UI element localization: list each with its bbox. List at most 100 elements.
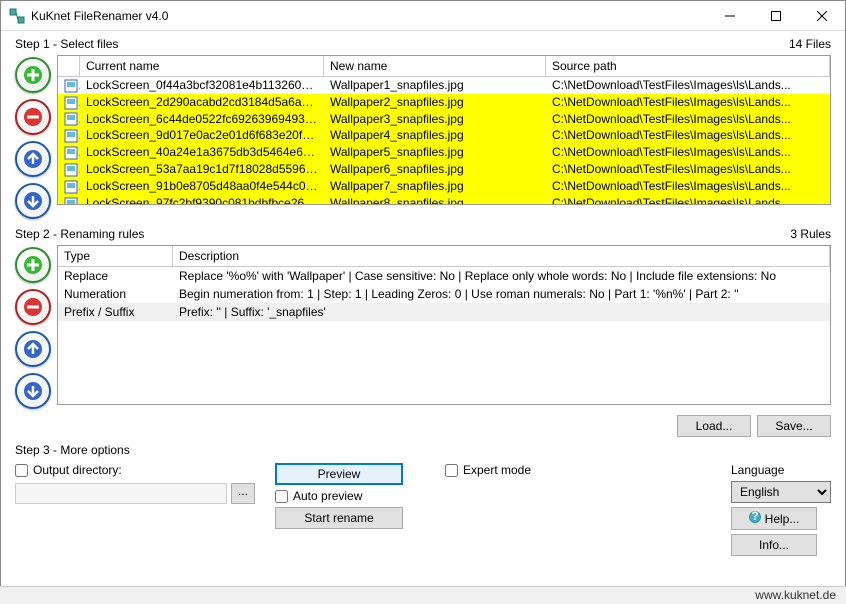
start-rename-button[interactable]: Start rename <box>275 507 403 529</box>
source-path-cell: C:\NetDownload\TestFiles\Images\ls\Lands… <box>546 144 830 161</box>
step2-header: Step 2 - Renaming rules 3 Rules <box>15 227 831 241</box>
move-down-files-button[interactable] <box>15 183 51 219</box>
source-path-cell: C:\NetDownload\TestFiles\Images\ls\Lands… <box>546 127 830 144</box>
app-icon <box>9 8 25 24</box>
new-name-cell: Wallpaper3_snapfiles.jpg <box>324 111 546 128</box>
status-bar: www.kuknet.de <box>0 586 846 604</box>
file-icon <box>58 77 80 94</box>
current-name-cell: LockScreen_9d017e0ac2e01d6f683e20fbe... <box>80 127 324 144</box>
rule-desc-cell: Prefix: '' | Suffix: '_snapfiles' <box>173 303 830 321</box>
new-name-cell: Wallpaper2_snapfiles.jpg <box>324 94 546 111</box>
current-name-cell: LockScreen_2d290acabd2cd3184d5a6a31... <box>80 94 324 111</box>
new-name-cell: Wallpaper1_snapfiles.jpg <box>324 77 546 94</box>
table-row[interactable]: LockScreen_9d017e0ac2e01d6f683e20fbe...W… <box>58 127 830 144</box>
current-name-cell: LockScreen_0f44a3bcf32081e4b11326045... <box>80 77 324 94</box>
table-row[interactable]: LockScreen_91b0e8705d48aa0f4e544c08...Wa… <box>58 178 830 195</box>
auto-preview-check[interactable]: Auto preview <box>275 489 425 503</box>
step1-count: 14 Files <box>789 37 831 51</box>
source-path-cell: C:\NetDownload\TestFiles\Images\ls\Lands… <box>546 77 830 94</box>
file-icon <box>58 111 80 128</box>
expert-mode-checkbox[interactable] <box>445 464 458 477</box>
step2-count: 3 Rules <box>790 227 831 241</box>
rules-grid[interactable]: Type Description ReplaceReplace '%o%' wi… <box>57 245 831 405</box>
language-label: Language <box>731 463 831 477</box>
table-row[interactable]: LockScreen_53a7aa19c1d7f18028d5596c...Wa… <box>58 161 830 178</box>
new-name-cell: Wallpaper8_snapfiles.jpg <box>324 195 546 205</box>
add-rule-button[interactable] <box>15 247 51 283</box>
rule-desc-cell: Begin numeration from: 1 | Step: 1 | Lea… <box>173 285 830 303</box>
current-name-cell: LockScreen_91b0e8705d48aa0f4e544c08... <box>80 178 324 195</box>
move-up-rule-button[interactable] <box>15 331 51 367</box>
auto-preview-checkbox[interactable] <box>275 490 288 503</box>
current-name-cell: LockScreen_97fc2bf9390c081bdbfbce267... <box>80 195 324 205</box>
source-path-cell: C:\NetDownload\TestFiles\Images\ls\Lands… <box>546 94 830 111</box>
add-files-button[interactable] <box>15 57 51 93</box>
preview-button[interactable]: Preview <box>275 463 403 485</box>
table-row[interactable]: LockScreen_6c44de0522fc692639694938...Wa… <box>58 111 830 128</box>
current-name-cell: LockScreen_53a7aa19c1d7f18028d5596c... <box>80 161 324 178</box>
col-icon-header[interactable] <box>58 56 80 76</box>
rule-desc-cell: Replace '%o%' with 'Wallpaper' | Case se… <box>173 267 830 285</box>
file-icon <box>58 178 80 195</box>
col-type-header[interactable]: Type <box>58 246 173 266</box>
rule-type-cell: Replace <box>58 267 173 285</box>
source-path-cell: C:\NetDownload\TestFiles\Images\ls\Lands… <box>546 178 830 195</box>
rule-row[interactable]: ReplaceReplace '%o%' with 'Wallpaper' | … <box>58 267 830 285</box>
load-button[interactable]: Load... <box>677 415 751 437</box>
close-button[interactable] <box>799 1 845 31</box>
step3-title: Step 3 - More options <box>15 443 130 457</box>
table-row[interactable]: LockScreen_0f44a3bcf32081e4b11326045...W… <box>58 77 830 94</box>
new-name-cell: Wallpaper5_snapfiles.jpg <box>324 144 546 161</box>
table-row[interactable]: LockScreen_2d290acabd2cd3184d5a6a31...Wa… <box>58 94 830 111</box>
info-button[interactable]: Info... <box>731 534 817 556</box>
new-name-cell: Wallpaper4_snapfiles.jpg <box>324 127 546 144</box>
output-directory-input[interactable] <box>15 483 227 504</box>
current-name-cell: LockScreen_40a24e1a3675db3d5464e628... <box>80 144 324 161</box>
expert-mode-check[interactable]: Expert mode <box>445 463 711 477</box>
svg-text:?: ? <box>751 511 758 523</box>
source-path-cell: C:\NetDownload\TestFiles\Images\ls\Lands… <box>546 111 830 128</box>
new-name-cell: Wallpaper6_snapfiles.jpg <box>324 161 546 178</box>
step1-title: Step 1 - Select files <box>15 37 118 51</box>
source-path-cell: C:\NetDownload\TestFiles\Images\ls\Lands… <box>546 195 830 205</box>
file-icon <box>58 144 80 161</box>
browse-button[interactable]: ... <box>231 483 255 504</box>
maximize-button[interactable] <box>753 1 799 31</box>
auto-preview-label: Auto preview <box>293 489 362 503</box>
col-source-header[interactable]: Source path <box>546 56 830 76</box>
remove-rule-button[interactable] <box>15 289 51 325</box>
col-new-header[interactable]: New name <box>324 56 546 76</box>
col-desc-header[interactable]: Description <box>173 246 830 266</box>
rule-row[interactable]: NumerationBegin numeration from: 1 | Ste… <box>58 285 830 303</box>
titlebar: KuKnet FileRenamer v4.0 <box>1 1 845 31</box>
minimize-button[interactable] <box>707 1 753 31</box>
help-button[interactable]: ? Help... <box>731 507 817 530</box>
move-up-files-button[interactable] <box>15 141 51 177</box>
step1-header: Step 1 - Select files 14 Files <box>15 37 831 51</box>
step3-header: Step 3 - More options <box>15 443 831 457</box>
help-icon: ? <box>749 511 761 526</box>
current-name-cell: LockScreen_6c44de0522fc692639694938... <box>80 111 324 128</box>
rule-type-cell: Numeration <box>58 285 173 303</box>
output-directory-check[interactable]: Output directory: <box>15 463 255 477</box>
files-grid[interactable]: Current name New name Source path LockSc… <box>57 55 831 205</box>
move-down-rule-button[interactable] <box>15 373 51 409</box>
new-name-cell: Wallpaper7_snapfiles.jpg <box>324 178 546 195</box>
output-directory-label: Output directory: <box>33 463 122 477</box>
table-row[interactable]: LockScreen_97fc2bf9390c081bdbfbce267...W… <box>58 195 830 205</box>
expert-mode-label: Expert mode <box>463 463 531 477</box>
save-button[interactable]: Save... <box>757 415 831 437</box>
remove-files-button[interactable] <box>15 99 51 135</box>
step2-title: Step 2 - Renaming rules <box>15 227 144 241</box>
table-row[interactable]: LockScreen_40a24e1a3675db3d5464e628...Wa… <box>58 144 830 161</box>
col-current-header[interactable]: Current name <box>80 56 324 76</box>
rule-row[interactable]: Prefix / SuffixPrefix: '' | Suffix: '_sn… <box>58 303 830 321</box>
file-icon <box>58 94 80 111</box>
language-select[interactable]: English <box>731 481 831 503</box>
file-icon <box>58 195 80 205</box>
status-link[interactable]: www.kuknet.de <box>755 588 836 602</box>
file-icon <box>58 127 80 144</box>
output-directory-checkbox[interactable] <box>15 464 28 477</box>
rule-type-cell: Prefix / Suffix <box>58 303 173 321</box>
file-icon <box>58 161 80 178</box>
